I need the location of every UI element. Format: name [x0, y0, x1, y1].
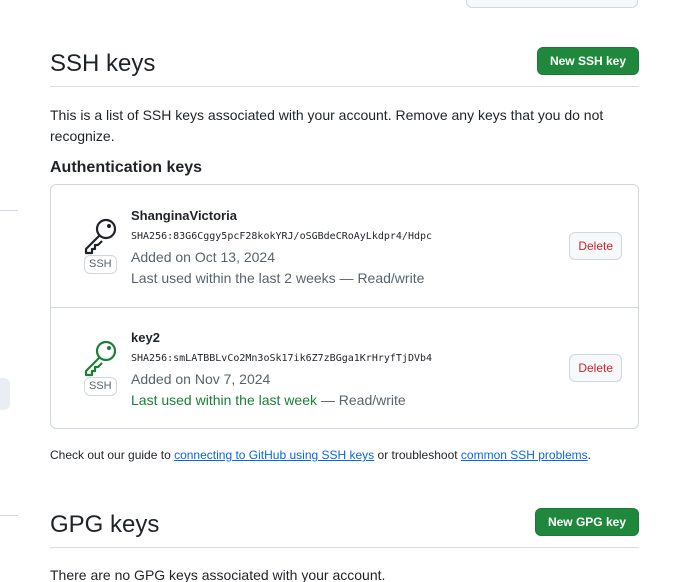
- ssh-guide-link[interactable]: connecting to GitHub using SSH keys: [174, 448, 374, 462]
- gpg-empty-text: There are no GPG keys associated with yo…: [50, 567, 386, 582]
- guide-prefix: Check out our guide to: [50, 448, 175, 462]
- cut-off-button[interactable]: [466, 0, 638, 8]
- key-last-used: Last used within the last 2 weeks — Read…: [131, 270, 424, 286]
- delete-key-button[interactable]: Delete: [569, 232, 622, 260]
- new-gpg-key-button[interactable]: New GPG key: [534, 508, 639, 536]
- sidebar-divider: [0, 210, 18, 211]
- guide-middle: or troubleshoot: [374, 448, 461, 462]
- key-added-date: Added on Nov 7, 2024: [131, 371, 271, 387]
- ssh-keys-title: SSH keys: [50, 50, 156, 77]
- guide-suffix: .: [587, 448, 591, 462]
- key-icon: [81, 337, 121, 377]
- sidebar-divider: [0, 515, 18, 516]
- ssh-key-row: SSH ShanginaVictoria SHA256:83G6Cggy5pcF…: [51, 185, 638, 308]
- ssh-guide-text: Check out our guide to connecting to Git…: [50, 447, 650, 463]
- ssh-troubleshoot-link[interactable]: common SSH problems: [461, 448, 588, 462]
- ssh-key-row: SSH key2 SHA256:smLATBBLvCo2Mn3oSk17ik6Z…: [51, 307, 638, 429]
- ssh-badge: SSH: [84, 377, 117, 396]
- ssh-keys-description: This is a list of SSH keys associated wi…: [50, 107, 604, 144]
- key-last-used-text: Last used within the last week: [131, 392, 317, 408]
- key-fingerprint: SHA256:smLATBBLvCo2Mn3oSk17ik6Z7zBGga1Kr…: [131, 353, 433, 364]
- gpg-keys-title: GPG keys: [50, 511, 160, 538]
- new-ssh-key-button[interactable]: New SSH key: [536, 47, 639, 75]
- key-fingerprint: SHA256:83G6Cggy5pcF28kokYRJ/oSGBdeCRoAyL…: [131, 231, 433, 242]
- key-access: — Read/write: [317, 392, 406, 408]
- settings-page: SSH keys New SSH key This is a list of S…: [0, 0, 679, 582]
- key-added-date: Added on Oct 13, 2024: [131, 249, 275, 265]
- sidebar-active-item[interactable]: [0, 378, 10, 410]
- key-last-used-text: Last used within the last 2 weeks: [131, 270, 336, 286]
- authentication-keys-heading: Authentication keys: [50, 159, 203, 176]
- key-access: — Read/write: [335, 270, 425, 286]
- key-name: key2: [131, 330, 160, 345]
- delete-key-button[interactable]: Delete: [569, 354, 622, 382]
- ssh-keys-list: SSH ShanginaVictoria SHA256:83G6Cggy5pcF…: [50, 184, 639, 429]
- key-icon: [81, 215, 121, 255]
- key-name: ShanginaVictoria: [131, 208, 237, 223]
- gpg-keys-header: GPG keys New GPG key: [50, 508, 639, 548]
- key-last-used: Last used within the last week — Read/wr…: [131, 392, 406, 408]
- ssh-badge: SSH: [84, 255, 117, 274]
- ssh-keys-header: SSH keys New SSH key: [50, 47, 639, 87]
